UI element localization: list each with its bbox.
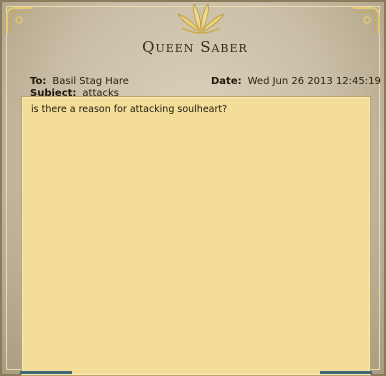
corner-flourish-icon bbox=[353, 7, 380, 34]
date-label: Date: bbox=[211, 76, 242, 87]
top-ornament-icon bbox=[177, 2, 225, 34]
message-window: Queen Saber To: Basil Stag Hare Subject: a… bbox=[0, 0, 386, 376]
sender-title: Queen Saber bbox=[142, 38, 248, 56]
bottom-button-right[interactable] bbox=[320, 371, 372, 374]
message-body-text: is there a reason for attacking soulhear… bbox=[31, 104, 228, 115]
corner-flourish-icon bbox=[6, 7, 33, 34]
bottom-button-left[interactable] bbox=[20, 371, 72, 374]
message-body[interactable]: is there a reason for attacking soulhear… bbox=[21, 96, 371, 376]
